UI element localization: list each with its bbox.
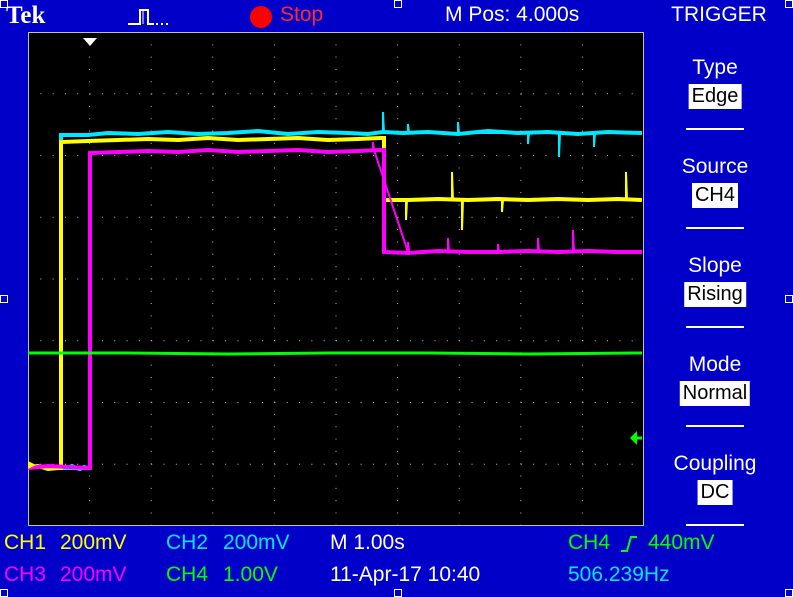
selection-handle bbox=[0, 295, 8, 303]
ch4-trace bbox=[28, 351, 643, 356]
trigger-level-readout: 440mV bbox=[648, 531, 715, 554]
status-bar: CH1 200mV CH2 200mV M 1.00s CH4 440mV CH… bbox=[0, 528, 793, 597]
timebase-readout: M 1.00s bbox=[330, 531, 405, 554]
trigger-level-arrow-icon bbox=[630, 431, 642, 445]
selection-handle bbox=[0, 0, 8, 8]
ch3-name: CH3 bbox=[4, 563, 47, 586]
ch3-scale: 200mV bbox=[60, 563, 127, 586]
trigger-menu: Type Edge Source CH4 Slope Rising Mode N… bbox=[656, 32, 774, 528]
waveform-svg bbox=[28, 32, 644, 526]
menu-item-value: CH4 bbox=[691, 183, 739, 208]
menu-item-mode[interactable]: Mode Normal bbox=[656, 329, 774, 427]
menu-item-type[interactable]: Type Edge bbox=[656, 32, 774, 130]
ch4-scale: 1.00V bbox=[223, 563, 278, 586]
menu-item-value: Rising bbox=[684, 282, 746, 307]
date-time-readout: 11-Apr-17 10:40 bbox=[330, 563, 481, 586]
menu-divider bbox=[686, 227, 744, 229]
menu-divider bbox=[686, 326, 744, 328]
horizontal-position-readout: M Pos: 4.000s bbox=[445, 3, 580, 26]
menu-item-label: Mode bbox=[688, 353, 742, 376]
ch4-name: CH4 bbox=[166, 563, 209, 586]
ch1-trace bbox=[28, 135, 643, 472]
waveform-display bbox=[28, 32, 644, 526]
selection-handle bbox=[0, 589, 8, 597]
ch2-name: CH2 bbox=[166, 531, 209, 554]
menu-item-value: DC bbox=[697, 480, 733, 505]
menu-divider bbox=[686, 524, 744, 526]
trigger-position-marker-icon bbox=[83, 38, 97, 46]
selection-handle bbox=[394, 589, 402, 597]
menu-item-value: Normal bbox=[679, 381, 751, 406]
menu-item-label: Type bbox=[692, 56, 738, 79]
acquisition-pulse-icon bbox=[128, 9, 168, 25]
selection-handle bbox=[785, 589, 793, 597]
ch1-noise-spikes bbox=[405, 171, 628, 231]
brand-logo: Tek bbox=[6, 2, 46, 29]
graticule bbox=[28, 32, 644, 526]
selection-handle bbox=[785, 0, 793, 8]
ch2-scale: 200mV bbox=[223, 531, 290, 554]
menu-divider bbox=[686, 128, 744, 130]
menu-item-label: Coupling bbox=[673, 452, 757, 475]
selection-handle bbox=[394, 0, 402, 8]
run-state-label: Stop bbox=[280, 3, 324, 26]
menu-item-label: Source bbox=[681, 155, 749, 178]
menu-item-source[interactable]: Source CH4 bbox=[656, 131, 774, 229]
ch3-noise-spikes bbox=[372, 141, 575, 253]
trigger-source-readout: CH4 bbox=[568, 531, 611, 554]
rising-edge-icon bbox=[621, 536, 637, 552]
menu-item-value: Edge bbox=[688, 84, 742, 109]
stop-indicator-icon bbox=[250, 6, 272, 28]
ch1-name: CH1 bbox=[4, 531, 47, 554]
selection-handle bbox=[785, 295, 793, 303]
frequency-readout: 506.239Hz bbox=[568, 563, 670, 586]
menu-title: TRIGGER bbox=[671, 3, 767, 26]
ch2-trace bbox=[59, 128, 643, 472]
menu-item-label: Slope bbox=[688, 254, 742, 277]
menu-divider bbox=[686, 425, 744, 427]
menu-item-coupling[interactable]: Coupling DC bbox=[656, 428, 774, 526]
menu-item-slope[interactable]: Slope Rising bbox=[656, 230, 774, 328]
ch1-scale: 200mV bbox=[60, 531, 127, 554]
